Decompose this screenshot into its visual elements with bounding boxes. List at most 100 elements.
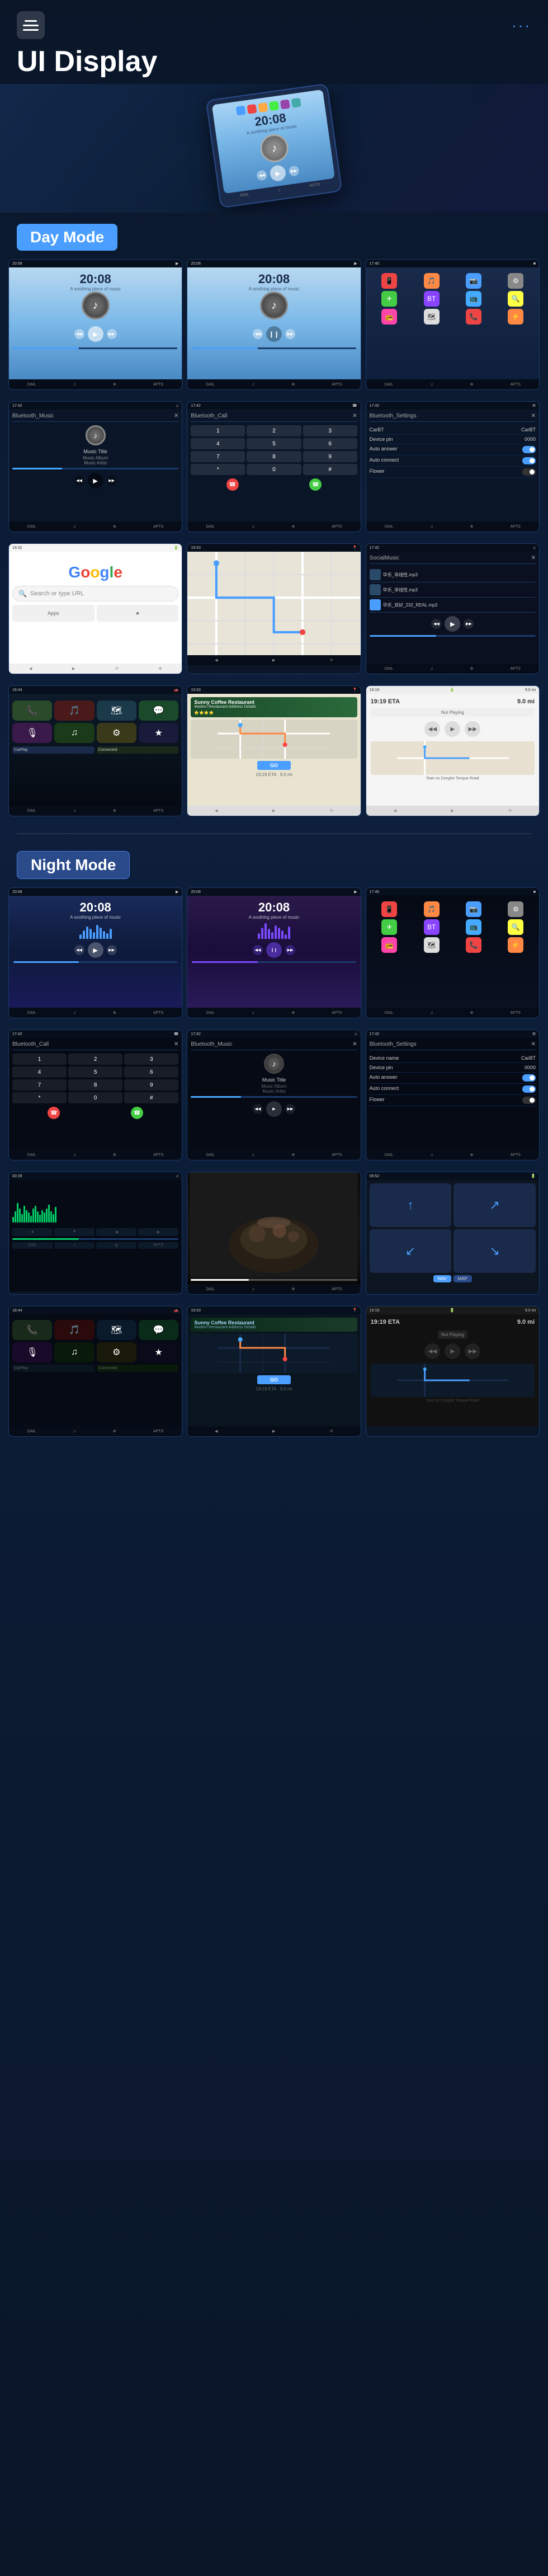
night-dialpad[interactable]: 1 2 3 4 5 6 7 8 9 * 0 # bbox=[12, 1054, 178, 1103]
dial-4[interactable]: 4 bbox=[191, 438, 245, 449]
ndial-8[interactable]: 8 bbox=[68, 1079, 122, 1090]
prev-btn-d2[interactable]: ◀◀ bbox=[253, 329, 263, 339]
dialpad[interactable]: 1 2 3 4 5 6 7 8 9 * 0 # bbox=[191, 425, 357, 475]
play-btn[interactable]: ▶ bbox=[269, 164, 287, 182]
end-call-btn[interactable]: ☎ bbox=[226, 478, 239, 491]
nlm-nav2[interactable]: ♫ bbox=[54, 1242, 95, 1249]
ndial-7[interactable]: 7 bbox=[12, 1079, 67, 1090]
menu-icon[interactable] bbox=[17, 11, 45, 39]
music-item-3[interactable]: 华乐_双好_232_REAL.mp3 bbox=[370, 598, 536, 613]
auto-answer-toggle[interactable] bbox=[522, 446, 536, 453]
ndial-6[interactable]: 6 bbox=[124, 1066, 178, 1078]
dial-star[interactable]: * bbox=[191, 464, 245, 475]
app-icon-9[interactable]: 📻 bbox=[381, 309, 397, 325]
ndial-0[interactable]: 0 bbox=[68, 1092, 122, 1103]
auto-connect-toggle[interactable] bbox=[522, 457, 536, 464]
night-cp-music[interactable]: 🎵 bbox=[54, 1320, 94, 1340]
night-cp-ext[interactable]: ★ bbox=[139, 1342, 178, 1362]
night-app-6[interactable]: BT bbox=[424, 919, 440, 935]
go-button[interactable]: GO bbox=[257, 761, 291, 770]
carplay-podcast[interactable]: 🎙 bbox=[12, 723, 52, 743]
nlm-btn4[interactable]: ▶ bbox=[138, 1228, 178, 1236]
bt-auto-connect[interactable]: Auto connect bbox=[370, 455, 536, 467]
night-cp-set[interactable]: ⚙ bbox=[97, 1342, 136, 1362]
play-btn-d1[interactable]: ▶ bbox=[88, 326, 103, 342]
app-icon-3[interactable]: 📷 bbox=[466, 273, 481, 289]
app-icon-5[interactable]: ✈ bbox=[381, 291, 397, 307]
night-lm-controls[interactable]: ▲ ▼ ◀ ▶ bbox=[12, 1228, 178, 1236]
night-np-prev[interactable]: ◀◀ bbox=[424, 1343, 440, 1359]
np-prev[interactable]: ◀◀ bbox=[424, 721, 440, 737]
google-search-bar[interactable]: 🔍 Search or type URL bbox=[12, 586, 178, 601]
dial-2[interactable]: 2 bbox=[247, 425, 301, 436]
dial-3[interactable]: 3 bbox=[303, 425, 357, 436]
app-icon-10[interactable]: 🗺 bbox=[424, 309, 440, 325]
night-cp-phone[interactable]: 📞 bbox=[12, 1320, 52, 1340]
dial-6[interactable]: 6 bbox=[303, 438, 357, 449]
nm1-next[interactable]: ▶▶ bbox=[107, 945, 117, 955]
carplay-music[interactable]: 🎵 bbox=[54, 701, 94, 721]
app-icon-4[interactable]: ⚙ bbox=[508, 273, 523, 289]
night-app-12[interactable]: ⚡ bbox=[508, 937, 523, 953]
night-bt-play[interactable]: ▶ bbox=[266, 1101, 282, 1117]
night-end-call[interactable]: ☎ bbox=[48, 1107, 60, 1119]
nlm-btn1[interactable]: ▲ bbox=[12, 1228, 53, 1236]
bt-play[interactable]: ▶ bbox=[88, 473, 103, 488]
nm2-prev[interactable]: ◀◀ bbox=[253, 945, 263, 955]
night-go-button[interactable]: GO bbox=[257, 1375, 291, 1384]
app-icon-2[interactable]: 🎵 bbox=[424, 273, 440, 289]
night-flower-toggle[interactable] bbox=[522, 1097, 536, 1104]
google-apps-btn[interactable]: Apps bbox=[12, 605, 95, 622]
night-app-7[interactable]: 📺 bbox=[466, 919, 481, 935]
night-bt-prev[interactable]: ◀◀ bbox=[253, 1104, 263, 1114]
night-app-1[interactable]: 📱 bbox=[381, 901, 397, 917]
dial-hash[interactable]: # bbox=[303, 464, 357, 475]
road-nav-map-btn[interactable]: MAP bbox=[453, 1275, 472, 1282]
bt-next[interactable]: ▶▶ bbox=[107, 476, 117, 486]
night-app-4[interactable]: ⚙ bbox=[508, 901, 523, 917]
night-auto-connect-toggle[interactable] bbox=[522, 1085, 536, 1093]
carplay-maps[interactable]: 🗺 bbox=[97, 701, 136, 721]
play-btn-d2[interactable]: ❙❙ bbox=[266, 326, 282, 342]
music-item-1[interactable]: 华乐_非线性.mp3 bbox=[370, 567, 536, 582]
bt-flower[interactable]: Flower bbox=[370, 467, 536, 478]
carplay-settings[interactable]: ⚙ bbox=[97, 723, 136, 743]
app-icon-7[interactable]: 📺 bbox=[466, 291, 481, 307]
answer-call-btn[interactable]: ☎ bbox=[309, 478, 322, 491]
next-btn[interactable]: ▶▶ bbox=[288, 165, 299, 176]
app-icon-8[interactable]: 🔍 bbox=[508, 291, 523, 307]
next-btn-d1[interactable]: ▶▶ bbox=[107, 329, 117, 339]
night-app-8[interactable]: 🔍 bbox=[508, 919, 523, 935]
flower-toggle[interactable] bbox=[522, 468, 536, 476]
night-bt-flower[interactable]: Flower bbox=[370, 1095, 536, 1106]
music-item-2[interactable]: 华乐_非线性.mp3 bbox=[370, 582, 536, 598]
night-np-play[interactable]: ▶ bbox=[445, 1343, 460, 1359]
lm-play[interactable]: ▶ bbox=[445, 616, 460, 632]
dial-5[interactable]: 5 bbox=[247, 438, 301, 449]
nm2-next[interactable]: ▶▶ bbox=[285, 945, 295, 955]
carplay-spotify[interactable]: ♫ bbox=[54, 723, 94, 743]
night-bt-autoconnect[interactable]: Auto connect bbox=[370, 1084, 536, 1095]
ndial-star[interactable]: * bbox=[12, 1092, 67, 1103]
dial-0[interactable]: 0 bbox=[247, 464, 301, 475]
np-play[interactable]: ▶ bbox=[445, 721, 460, 737]
night-cp-pod[interactable]: 🎙 bbox=[12, 1342, 52, 1362]
next-btn-d2[interactable]: ▶▶ bbox=[285, 329, 295, 339]
ndial-hash[interactable]: # bbox=[124, 1092, 178, 1103]
bt-auto-answer[interactable]: Auto answer bbox=[370, 444, 536, 455]
nlm-nav3[interactable]: ⊕ bbox=[96, 1242, 136, 1249]
night-np-next[interactable]: ▶▶ bbox=[465, 1343, 480, 1359]
carplay-extra[interactable]: ★ bbox=[139, 723, 178, 743]
app-icon-6[interactable]: BT bbox=[424, 291, 440, 307]
ndial-1[interactable]: 1 bbox=[12, 1054, 67, 1065]
nm1-play[interactable]: ▶ bbox=[88, 942, 103, 958]
lm-next[interactable]: ▶▶ bbox=[464, 619, 474, 629]
dial-7[interactable]: 7 bbox=[191, 451, 245, 462]
nlm-nav1[interactable]: DAIL bbox=[12, 1242, 53, 1249]
bt-prev[interactable]: ◀◀ bbox=[74, 476, 84, 486]
dial-8[interactable]: 8 bbox=[247, 451, 301, 462]
night-app-2[interactable]: 🎵 bbox=[424, 901, 440, 917]
night-cp-maps[interactable]: 🗺 bbox=[97, 1320, 136, 1340]
road-nav-btn[interactable]: NAV bbox=[433, 1275, 451, 1282]
app-icon-12[interactable]: ⚡ bbox=[508, 309, 523, 325]
